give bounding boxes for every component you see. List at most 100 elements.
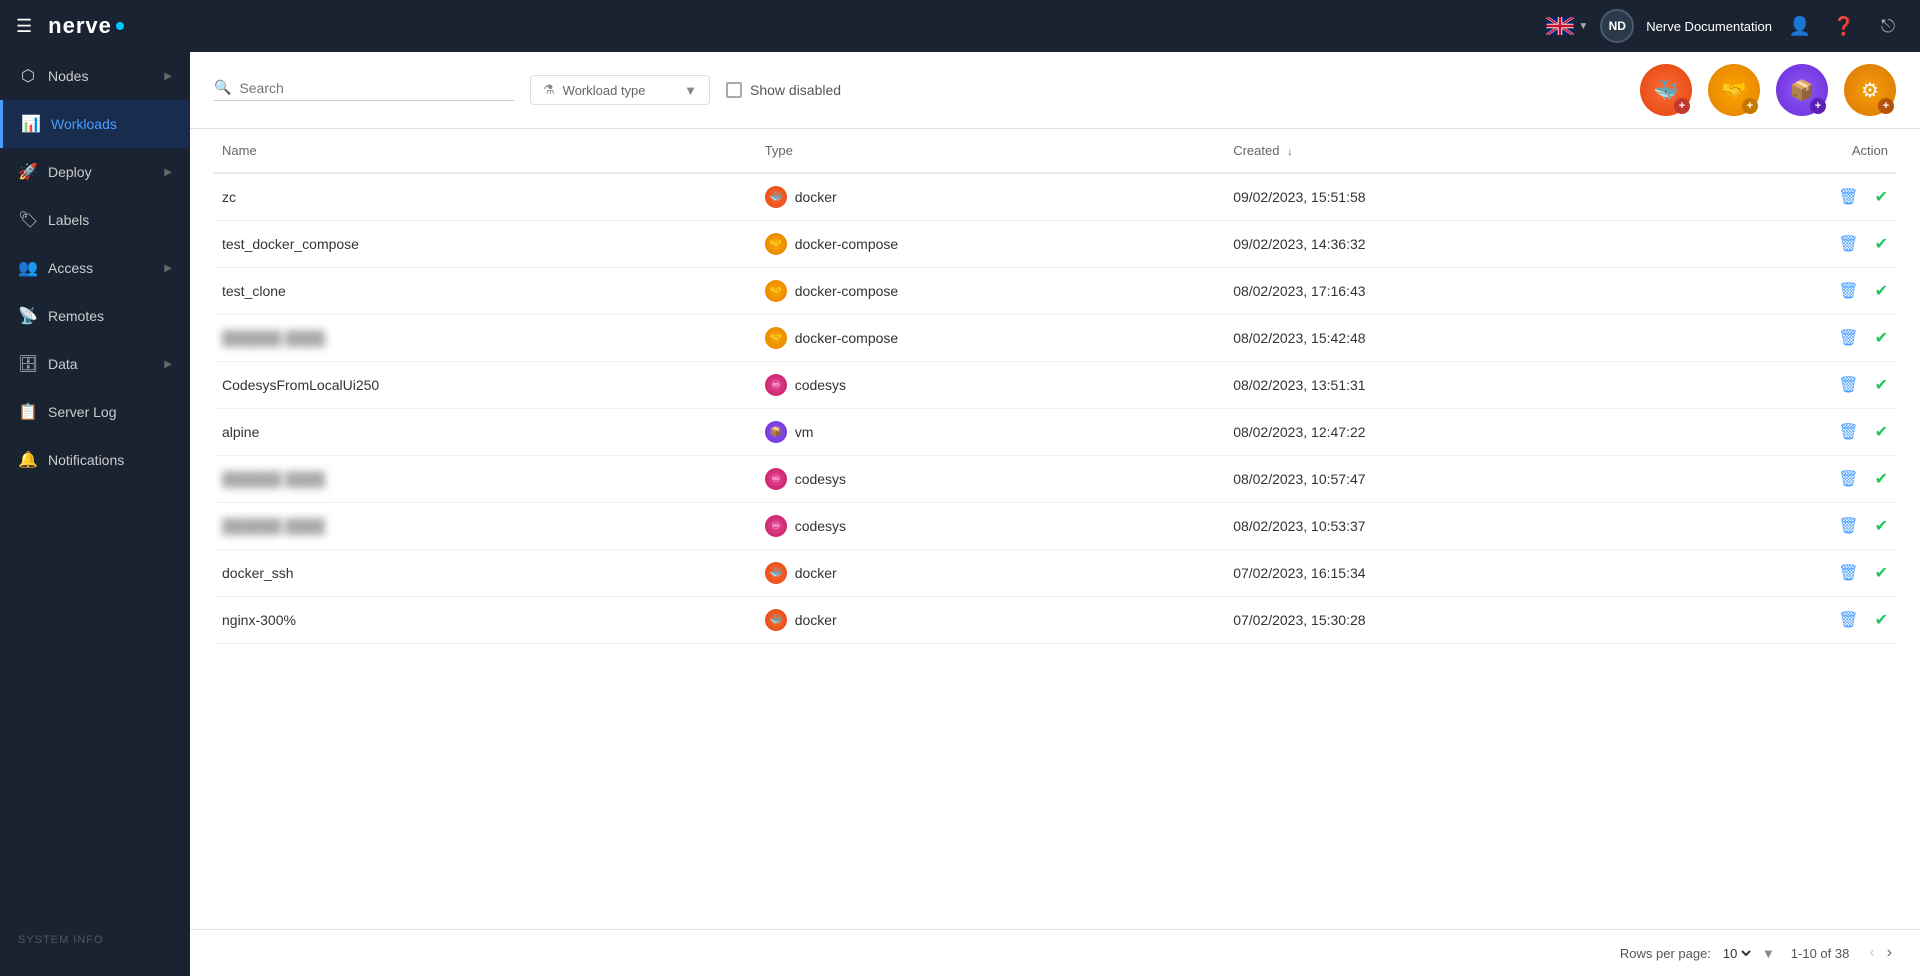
sidebar-item-labels[interactable]: 🏷 Labels xyxy=(0,196,190,244)
deploy-caret-icon: ▶ xyxy=(164,167,172,178)
type-label: codesys xyxy=(795,518,846,534)
search-input[interactable] xyxy=(239,80,479,96)
col-type: Type xyxy=(757,129,1225,173)
enable-button[interactable]: ✔ xyxy=(1875,563,1888,583)
delete-button[interactable]: 🗑 xyxy=(1838,610,1858,630)
cell-created: 09/02/2023, 15:51:58 xyxy=(1225,173,1690,221)
logo-dot xyxy=(116,22,124,30)
delete-button[interactable]: 🗑 xyxy=(1838,422,1858,442)
workload-type-caret-icon: ▼ xyxy=(684,83,697,98)
prev-page-button[interactable]: ‹ xyxy=(1865,940,1878,966)
add-codesys-button[interactable]: ⚙ + xyxy=(1844,64,1896,116)
table-row: zc 🐳 docker 09/02/2023, 15:51:58 🗑 ✔ xyxy=(214,173,1896,221)
enable-button[interactable]: ✔ xyxy=(1875,610,1888,630)
delete-button[interactable]: 🗑 xyxy=(1838,469,1858,489)
type-label: docker-compose xyxy=(795,330,899,346)
nodes-icon: ⬡ xyxy=(18,66,38,86)
docker-compose-icon: 🤝 xyxy=(1722,78,1747,103)
help-icon[interactable]: ❓ xyxy=(1828,10,1860,42)
sidebar-item-remotes[interactable]: 📡 Remotes xyxy=(0,292,190,340)
enable-button[interactable]: ✔ xyxy=(1875,516,1888,536)
language-caret-icon: ▼ xyxy=(1578,21,1588,32)
enable-button[interactable]: ✔ xyxy=(1875,375,1888,395)
add-docker-button[interactable]: 🐳 + xyxy=(1640,64,1692,116)
sidebar-item-notifications[interactable]: 🔔 Notifications xyxy=(0,436,190,484)
user-icon[interactable]: 👤 xyxy=(1784,10,1816,42)
nodes-caret-icon: ▶ xyxy=(164,71,172,82)
table-row: ██████ ████ ♾ codesys 08/02/2023, 10:53:… xyxy=(214,503,1896,550)
table-row: nginx-300% 🐳 docker 07/02/2023, 15:30:28… xyxy=(214,597,1896,644)
topnav: ☰ nerve ▼ ND Nerve Documentation 👤 ❓ ⎋ xyxy=(0,0,1920,52)
cell-name: alpine xyxy=(214,409,757,456)
remotes-icon: 📡 xyxy=(18,306,38,326)
type-icon: 📦 xyxy=(765,421,787,443)
delete-button[interactable]: 🗑 xyxy=(1838,281,1858,301)
system-info-link[interactable]: SYSTEM INFO xyxy=(18,934,104,946)
type-label: docker xyxy=(795,612,837,628)
show-disabled-checkbox[interactable] xyxy=(726,82,742,98)
hamburger-icon[interactable]: ☰ xyxy=(16,16,32,37)
data-icon: 🗄 xyxy=(18,354,38,374)
add-docker-compose-button[interactable]: 🤝 + xyxy=(1708,64,1760,116)
server-log-icon: 📋 xyxy=(18,402,38,422)
col-action: Action xyxy=(1690,129,1896,173)
delete-button[interactable]: 🗑 xyxy=(1838,516,1858,536)
sidebar-item-workloads[interactable]: 📊 Workloads xyxy=(0,100,190,148)
pagination: Rows per page: 10 5 25 50 ▼ 1-10 of 38 ‹… xyxy=(190,929,1920,976)
col-created[interactable]: Created ↓ xyxy=(1225,129,1690,173)
cell-created: 08/02/2023, 10:53:37 xyxy=(1225,503,1690,550)
cell-type: ♾ codesys xyxy=(757,456,1225,503)
sidebar-item-access[interactable]: 👥 Access ▶ xyxy=(0,244,190,292)
delete-button[interactable]: 🗑 xyxy=(1838,234,1858,254)
type-icon: ♾ xyxy=(765,515,787,537)
delete-button[interactable]: 🗑 xyxy=(1838,563,1858,583)
type-label: docker-compose xyxy=(795,236,899,252)
cell-action: 🗑 ✔ xyxy=(1690,221,1896,268)
delete-button[interactable]: 🗑 xyxy=(1838,187,1858,207)
language-selector[interactable]: ▼ xyxy=(1546,17,1588,35)
enable-button[interactable]: ✔ xyxy=(1875,234,1888,254)
add-vm-plus-icon: + xyxy=(1810,98,1826,114)
sidebar-item-data[interactable]: 🗄 Data ▶ xyxy=(0,340,190,388)
data-caret-icon: ▶ xyxy=(164,359,172,370)
logout-icon[interactable]: ⎋ xyxy=(1872,10,1904,42)
sidebar-label-server-log: Server Log xyxy=(48,404,172,420)
enable-button[interactable]: ✔ xyxy=(1875,328,1888,348)
sidebar-label-nodes: Nodes xyxy=(48,68,154,84)
uk-flag-icon xyxy=(1546,17,1574,35)
next-page-button[interactable]: › xyxy=(1883,940,1896,966)
enable-button[interactable]: ✔ xyxy=(1875,469,1888,489)
sidebar-item-deploy[interactable]: 🚀 Deploy ▶ xyxy=(0,148,190,196)
sidebar-label-data: Data xyxy=(48,356,154,372)
sidebar-item-nodes[interactable]: ⬡ Nodes ▶ xyxy=(0,52,190,100)
add-docker-plus-icon: + xyxy=(1674,98,1690,114)
cell-created: 07/02/2023, 16:15:34 xyxy=(1225,550,1690,597)
enable-button[interactable]: ✔ xyxy=(1875,187,1888,207)
enable-button[interactable]: ✔ xyxy=(1875,422,1888,442)
workloads-table-container: Name Type Created ↓ Action zc xyxy=(190,129,1920,929)
show-disabled-toggle[interactable]: Show disabled xyxy=(726,82,841,98)
sidebar-label-access: Access xyxy=(48,260,154,276)
cell-created: 08/02/2023, 10:57:47 xyxy=(1225,456,1690,503)
type-icon: ♾ xyxy=(765,374,787,396)
page-navigation: ‹ › xyxy=(1865,940,1896,966)
sidebar-label-notifications: Notifications xyxy=(48,452,172,468)
delete-button[interactable]: 🗑 xyxy=(1838,375,1858,395)
rows-per-page: Rows per page: 10 5 25 50 ▼ xyxy=(1620,945,1775,962)
cell-name: test_docker_compose xyxy=(214,221,757,268)
sidebar-item-server-log[interactable]: 📋 Server Log xyxy=(0,388,190,436)
type-icon: 🤝 xyxy=(765,280,787,302)
add-vm-button[interactable]: 📦 + xyxy=(1776,64,1828,116)
cell-created: 09/02/2023, 14:36:32 xyxy=(1225,221,1690,268)
content-area: 🔍 ⚗ Workload type ▼ Show disabled 🐳 + 🤝 … xyxy=(190,52,1920,976)
delete-button[interactable]: 🗑 xyxy=(1838,328,1858,348)
workloads-table: Name Type Created ↓ Action zc xyxy=(214,129,1896,644)
cell-type: 🤝 docker-compose xyxy=(757,315,1225,362)
rows-per-page-select[interactable]: 10 5 25 50 xyxy=(1719,945,1754,962)
add-docker-compose-plus-icon: + xyxy=(1742,98,1758,114)
cell-name: ██████ ████ xyxy=(214,456,757,503)
avatar[interactable]: ND xyxy=(1600,9,1634,43)
enable-button[interactable]: ✔ xyxy=(1875,281,1888,301)
sidebar-label-remotes: Remotes xyxy=(48,308,172,324)
workload-type-filter[interactable]: ⚗ Workload type ▼ xyxy=(530,75,710,105)
